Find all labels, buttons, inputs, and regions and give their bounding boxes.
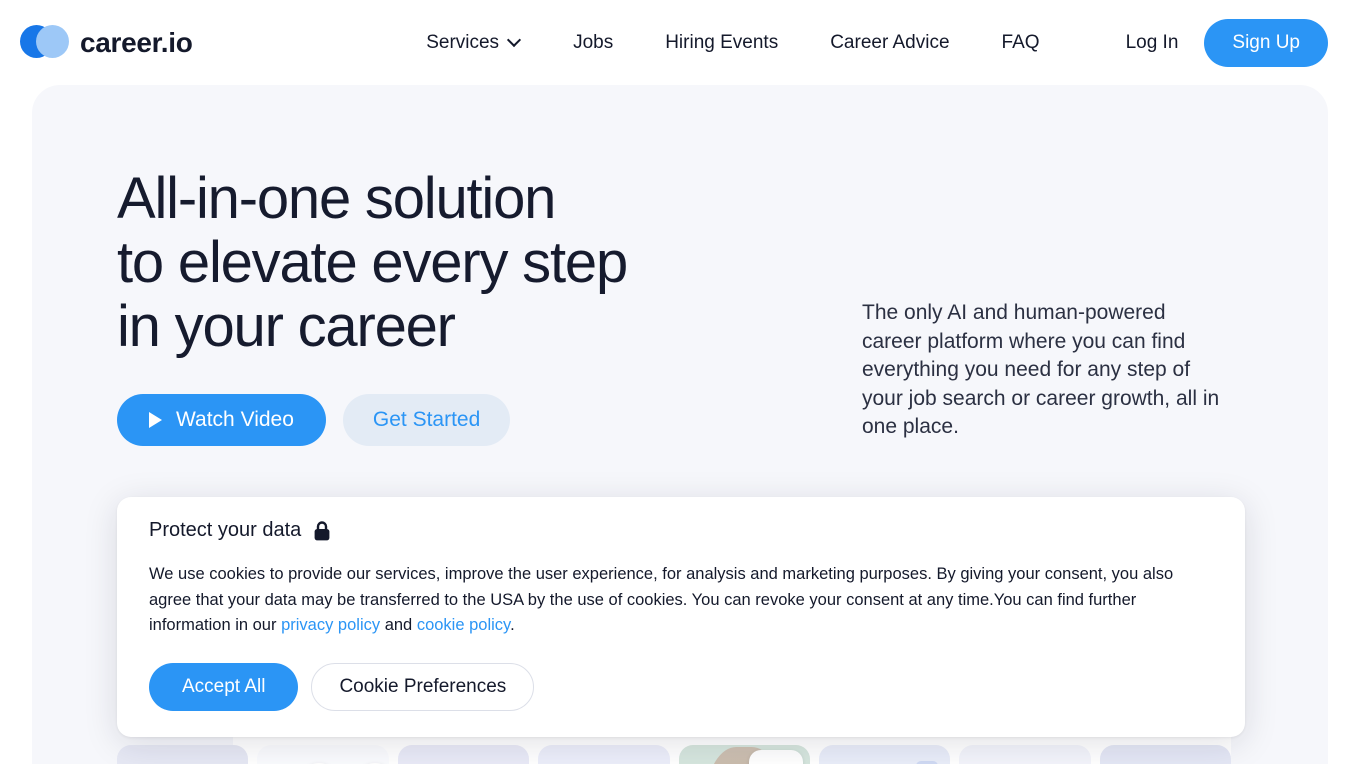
nav-item-faq[interactable]: FAQ <box>976 24 1066 62</box>
cookie-banner-body: We use cookies to provide our services, … <box>149 562 1213 639</box>
message-bubble-icon <box>748 750 803 764</box>
preview-tile-know-your-worth[interactable]: Know Your Worth <box>818 745 951 764</box>
nav-item-jobs[interactable]: Jobs <box>547 24 639 62</box>
main-navigation: Services Jobs Hiring Events Career Advic… <box>400 24 1065 62</box>
career-io-logo-icon <box>20 24 69 61</box>
cookie-policy-link[interactable]: cookie policy <box>417 616 510 634</box>
nav-item-services[interactable]: Services <box>400 24 547 62</box>
nav-label-services: Services <box>426 31 500 53</box>
nav-item-career-advice[interactable]: Career Advice <box>804 24 975 62</box>
nav-item-hiring-events[interactable]: Hiring Events <box>639 24 804 62</box>
privacy-policy-link[interactable]: privacy policy <box>281 616 380 634</box>
hero-title: All-in-one solution to elevate every ste… <box>117 166 628 359</box>
cookie-preferences-button[interactable]: Cookie Preferences <box>311 662 535 711</box>
hero-left-column: All-in-one solution to elevate every ste… <box>117 166 817 447</box>
hero-right-column: The only AI and human-powered career pla… <box>862 167 1222 446</box>
logo-circle-light <box>36 24 69 58</box>
hero-subtitle: The only AI and human-powered career pla… <box>862 301 1220 439</box>
preview-tiles-row: Know Your Worth <box>117 745 1231 764</box>
nav-label-jobs: Jobs <box>573 31 614 53</box>
watch-video-label: Watch Video <box>176 408 294 432</box>
preview-tile-portrait[interactable] <box>678 745 810 764</box>
nav-label-hiring-events: Hiring Events <box>665 31 779 53</box>
hero-content: All-in-one solution to elevate every ste… <box>32 85 1328 447</box>
cookie-banner-actions: Accept All Cookie Preferences <box>149 662 1213 711</box>
watch-video-button[interactable]: Watch Video <box>117 394 326 447</box>
preview-tile[interactable] <box>538 745 670 764</box>
preview-tile[interactable] <box>959 745 1091 764</box>
brand-logo[interactable]: career.io <box>20 24 193 61</box>
cookie-consent-banner: Protect your data We use cookies to prov… <box>117 497 1245 737</box>
cookie-banner-title-row: Protect your data <box>149 519 1213 542</box>
preview-tile[interactable] <box>257 745 389 764</box>
brand-name: career.io <box>80 26 193 58</box>
header-actions: Log In Sign Up <box>1108 18 1328 67</box>
nav-label-faq: FAQ <box>1001 31 1040 53</box>
preview-tile[interactable] <box>397 745 530 764</box>
accept-all-button[interactable]: Accept All <box>149 662 299 711</box>
chevron-down-icon <box>508 34 521 47</box>
preview-tile[interactable] <box>1099 745 1231 764</box>
hero-cta-group: Watch Video Get Started <box>117 394 817 447</box>
play-icon <box>149 412 162 429</box>
site-header: career.io Services Jobs Hiring Events Ca… <box>0 0 1360 85</box>
cookie-banner-title: Protect your data <box>149 519 302 541</box>
preview-tile[interactable] <box>117 745 249 764</box>
log-in-link[interactable]: Log In <box>1108 24 1197 62</box>
nav-label-career-advice: Career Advice <box>830 31 950 53</box>
cookie-body-conjunction: and <box>380 616 417 635</box>
cookie-body-end: . <box>510 616 515 635</box>
lock-icon <box>314 520 330 540</box>
sign-up-button[interactable]: Sign Up <box>1204 18 1328 67</box>
get-started-button[interactable]: Get Started <box>342 394 511 447</box>
